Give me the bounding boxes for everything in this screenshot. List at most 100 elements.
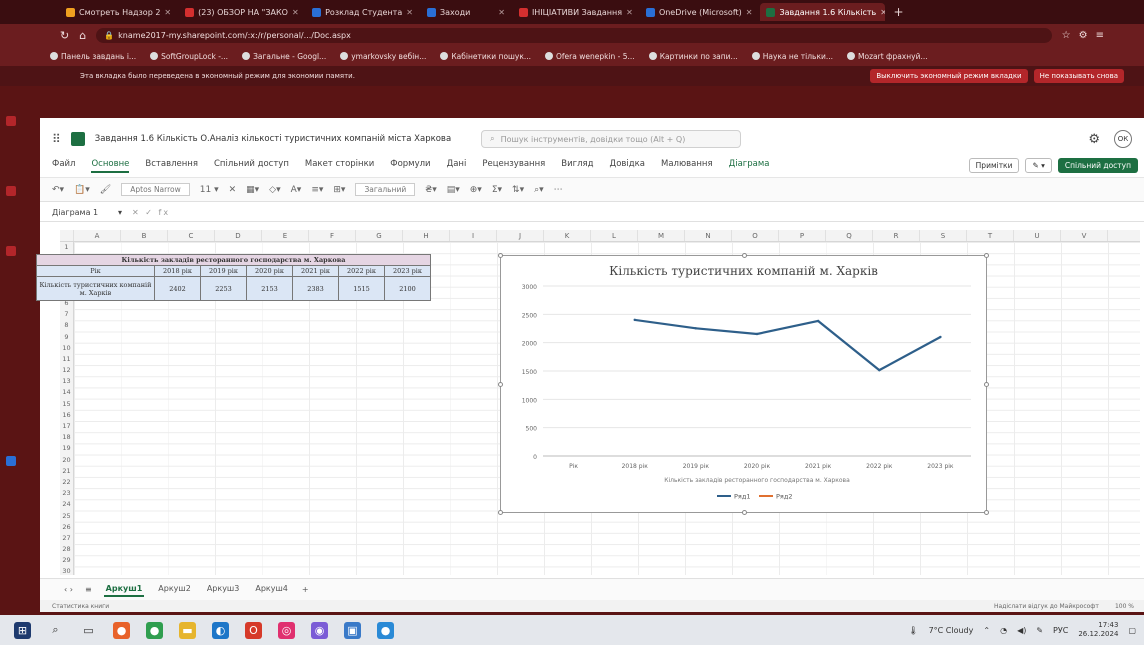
resize-handle[interactable] [498,253,503,258]
row-header[interactable]: 19 [60,443,73,454]
star-icon[interactable]: ☆ [1062,30,1071,41]
row-header[interactable]: 12 [60,365,73,376]
resize-handle[interactable] [498,382,503,387]
bookmark-item[interactable]: Кабінетики пошук... [440,52,531,61]
clear-icon[interactable]: ✕ [229,185,237,195]
add-sheet-icon[interactable]: + [302,585,309,594]
menu-tab[interactable]: Малювання [661,159,713,173]
year-cell[interactable]: 2023 рік [384,265,431,277]
bookmark-item[interactable]: ymarkovsky вебін... [340,52,426,61]
menu-tab[interactable]: Діаграма [729,159,770,173]
url-field[interactable]: 🔒 kname2017-my.sharepoint.com/:x:/r/pers… [96,27,1052,43]
tab-close-icon[interactable]: ✕ [746,8,753,17]
tab-close-icon[interactable]: ✕ [292,8,299,17]
borders-icon[interactable]: ▦▾ [246,185,259,195]
column-header[interactable]: U [1014,230,1061,241]
row-header[interactable]: 27 [60,533,73,544]
row-header[interactable]: 14 [60,387,73,398]
column-header[interactable]: K [544,230,591,241]
row-header[interactable]: 17 [60,421,73,432]
column-header[interactable]: M [638,230,685,241]
column-header[interactable]: I [450,230,497,241]
row-header[interactable]: 30 [60,566,73,575]
row-header[interactable]: 28 [60,544,73,555]
column-header[interactable]: D [215,230,262,241]
row-header[interactable]: 7 [60,309,73,320]
language-indicator[interactable]: РУС [1053,626,1068,635]
browser-tab[interactable]: (23) ОБЗОР НА "ЗАКО ✕ [179,3,304,21]
column-header[interactable]: O [732,230,779,241]
align-icon[interactable]: ≡▾ [311,185,323,195]
row-header[interactable]: 21 [60,466,73,477]
app-icon[interactable] [6,246,16,256]
resize-handle[interactable] [498,510,503,515]
series-line[interactable] [634,318,941,372]
all-sheets-icon[interactable]: ≡ [85,585,92,594]
pen-icon[interactable]: ✎ [1036,626,1043,635]
reload-icon[interactable]: ↻ [60,29,69,42]
app-icon[interactable]: ◎ [278,621,295,639]
row-header[interactable]: 20 [60,455,73,466]
conditional-format-icon[interactable]: ▤▾ [447,185,460,195]
tab-close-icon[interactable]: ✕ [406,8,413,17]
namebox-dropdown-icon[interactable]: ▾ [118,208,122,217]
year-cell[interactable]: 2018 рік [154,265,201,277]
sort-icon[interactable]: ⇅▾ [512,185,524,195]
menu-tab[interactable]: Довідка [610,159,645,173]
column-header[interactable]: T [967,230,1014,241]
bookmark-item[interactable]: Панель завдань і... [50,52,136,61]
app-icon[interactable] [6,116,16,126]
bookmark-item[interactable]: Наука не тільки... [751,52,833,61]
menu-tab[interactable]: Вигляд [561,159,593,173]
browser-tab[interactable]: ІНІЦІАТИВИ Завдання ✕ [513,3,638,21]
column-header[interactable]: Q [826,230,873,241]
more-icon[interactable]: ⋯ [554,185,563,195]
year-cell[interactable]: 2021 рік [292,265,339,277]
sheet-nav-icon[interactable]: ‹ › [64,585,73,594]
currency-icon[interactable]: ₴▾ [425,185,436,195]
row-header[interactable]: 10 [60,343,73,354]
font-color-icon[interactable]: A▾ [291,185,302,195]
home-icon[interactable]: ⌂ [79,29,86,42]
feedback-link[interactable]: Надіслати відгук до Майкрософт [994,603,1099,610]
browser-tab[interactable]: Смотреть Надзор 2 ✕ [60,3,177,21]
app-icon[interactable]: ◉ [311,621,328,639]
row-header[interactable]: 1 [60,242,73,253]
edge-icon[interactable]: ◐ [212,621,229,639]
data-point[interactable] [878,368,881,372]
insert-icon[interactable]: ⊕▾ [470,185,482,195]
row-header-cell[interactable]: Рік [36,265,155,277]
value-cell[interactable]: 2402 [154,276,201,301]
fill-color-icon[interactable]: ◇▾ [269,185,280,195]
resize-handle[interactable] [742,253,747,258]
mode-dropdown[interactable]: ✎ ▾ [1025,158,1052,173]
menu-tab[interactable]: Основне [91,159,130,173]
line-chart[interactable]: Кількість туристичних компаній м. Харків… [498,253,989,515]
row-header[interactable]: 22 [60,477,73,488]
data-point[interactable] [694,327,698,330]
windows-start-icon[interactable]: ⊞ [14,621,31,639]
task-view-icon[interactable]: ▭ [80,622,97,639]
tab-close-icon[interactable]: ✕ [626,8,633,17]
sum-icon[interactable]: Σ▾ [492,185,502,195]
data-point[interactable] [816,319,820,323]
column-header[interactable]: L [591,230,638,241]
search-icon[interactable]: ⌕ [47,622,64,639]
search-input[interactable]: ⌕ Пошук інструментів, довідки тощо (Alt … [481,130,742,148]
tray-chevron-icon[interactable]: ⌃ [983,626,990,635]
column-header[interactable]: C [168,230,215,241]
merge-icon[interactable]: ⊞▾ [333,185,345,195]
disable-sleep-button[interactable]: Выключить экономный режим вкладки [870,69,1028,83]
name-box[interactable]: Діаграма 1 [52,208,108,217]
table-caption[interactable]: Кількість закладів ресторанного господар… [36,254,431,266]
menu-tab[interactable]: Вставлення [145,159,198,173]
find-icon[interactable]: ⌕▾ [534,185,544,195]
column-header[interactable]: A [74,230,121,241]
bookmark-item[interactable]: Mozart фрахнуй... [847,52,928,61]
menu-tab[interactable]: Спільний доступ [214,159,289,173]
select-all-corner[interactable] [60,230,74,241]
network-icon[interactable]: ◔ [1000,626,1007,635]
comments-button[interactable]: Примітки [968,158,1020,173]
data-point[interactable] [939,335,942,339]
font-size-select[interactable]: 11 ▾ [200,185,219,195]
